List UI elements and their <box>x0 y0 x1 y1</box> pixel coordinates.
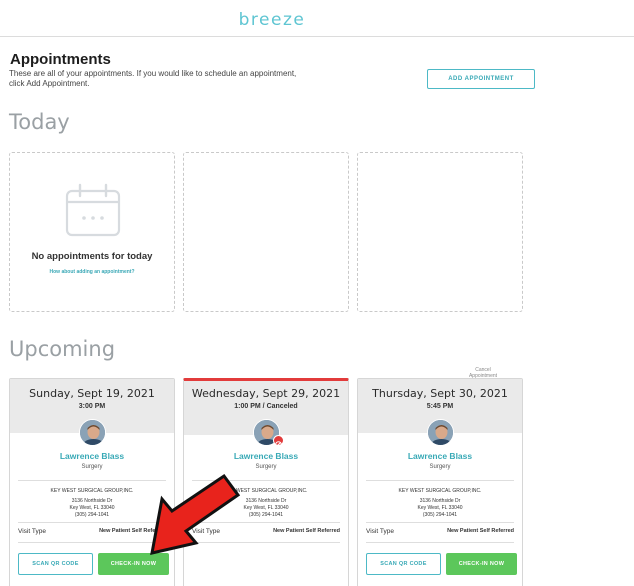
appointment-date: Wednesday, Sept 29, 2021 <box>191 387 341 400</box>
today-heading: Today <box>9 110 70 134</box>
visit-type-label: Visit Type <box>366 528 394 535</box>
address-line-1: 3136 Northside Dr <box>245 498 287 504</box>
address-line-2: Key West, FL 33040 <box>243 505 289 511</box>
today-placeholder-card <box>357 152 523 312</box>
appointment-card: Thursday, Sept 30, 2021 5:45 PM Lawrence… <box>357 378 523 586</box>
doctor-name[interactable]: Lawrence Blass <box>10 451 174 461</box>
appointment-card: Sunday, Sept 19, 2021 3:00 PM Lawrence B… <box>9 378 175 586</box>
practice-name: KEY WEST SURGICAL GROUP,INC. <box>224 488 308 494</box>
divider <box>18 522 166 523</box>
appointment-time: 1:00 PM / Canceled <box>234 403 298 410</box>
doctor-avatar <box>79 419 106 446</box>
today-placeholder-card <box>183 152 349 312</box>
divider <box>192 542 340 543</box>
address-line-2: Key West, FL 33040 <box>417 505 463 511</box>
visit-type-value: New Patient Self Referred <box>447 528 514 534</box>
visit-type-value: New Patient Self Referred <box>99 528 166 534</box>
doctor-avatar <box>427 419 454 446</box>
doctor-name[interactable]: Lawrence Blass <box>184 451 348 461</box>
scan-qr-code-button[interactable]: SCAN QR CODE <box>366 553 441 575</box>
divider <box>366 480 514 481</box>
check-in-now-button[interactable]: CHECK-IN NOW <box>98 553 169 575</box>
doctor-specialty: Surgery <box>429 464 451 470</box>
doctor-specialty: Surgery <box>81 464 103 470</box>
appointment-date: Thursday, Sept 30, 2021 <box>372 387 508 400</box>
address-line-1: 3136 Northside Dr <box>71 498 113 504</box>
visit-type-label: Visit Type <box>192 528 220 535</box>
avatar-photo <box>428 420 453 445</box>
visit-type-value: New Patient Self Referred <box>273 528 340 534</box>
no-appointments-text: No appointments for today <box>31 251 153 262</box>
address-line-2: Key West, FL 33040 <box>69 505 115 511</box>
appointment-date: Sunday, Sept 19, 2021 <box>29 387 155 400</box>
calendar-icon <box>65 183 121 237</box>
top-bar: breeze <box>0 0 634 37</box>
practice-name: KEY WEST SURGICAL GROUP,INC. <box>50 488 134 494</box>
doctor-specialty: Surgery <box>255 464 277 470</box>
add-appointment-link[interactable]: How about adding an appointment? <box>10 269 174 275</box>
scan-qr-code-button[interactable]: SCAN QR CODE <box>18 553 93 575</box>
upcoming-heading: Upcoming <box>9 337 116 361</box>
phone-number: (305) 294-1041 <box>248 512 284 518</box>
divider <box>192 480 340 481</box>
page-title: Appointments <box>10 51 111 68</box>
page-description: These are all of your appointments. If y… <box>9 69 297 88</box>
phone-number: (305) 294-1041 <box>74 512 110 518</box>
visit-type-label: Visit Type <box>18 528 46 535</box>
check-in-now-button[interactable]: CHECK-IN NOW <box>446 553 517 575</box>
cancel-icon-glyph <box>275 441 282 448</box>
doctor-name[interactable]: Lawrence Blass <box>358 451 522 461</box>
address-line-1: 3136 Northside Dr <box>419 498 461 504</box>
divider <box>192 522 340 523</box>
add-appointment-button[interactable]: ADD APPOINTMENT <box>427 69 535 89</box>
divider <box>18 480 166 481</box>
divider <box>366 522 514 523</box>
brand-logo[interactable]: breeze <box>0 10 544 30</box>
practice-name: KEY WEST SURGICAL GROUP,INC. <box>398 488 482 494</box>
today-empty-card: No appointments for today How about addi… <box>9 152 175 312</box>
appointment-card-canceled: Wednesday, Sept 29, 2021 1:00 PM / Cance… <box>183 378 349 586</box>
cancel-icon <box>273 435 284 448</box>
avatar-photo <box>80 420 105 445</box>
phone-number: (305) 294-1041 <box>422 512 458 518</box>
divider <box>18 542 166 543</box>
appointment-time: 5:45 PM <box>426 403 454 410</box>
appointment-time: 3:00 PM <box>78 403 106 410</box>
divider <box>366 542 514 543</box>
